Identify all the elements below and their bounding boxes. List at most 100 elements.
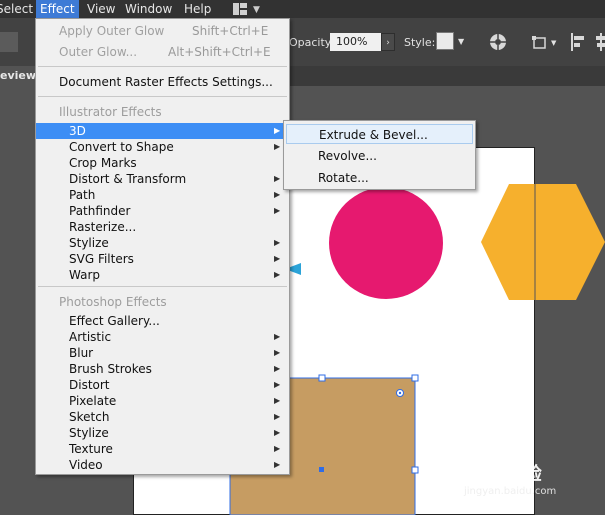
menu-item-stylize[interactable]: Stylize ▶ [36, 235, 289, 251]
submenu-arrow-icon: ▶ [274, 428, 281, 437]
menu-item-label: Pixelate [69, 394, 117, 408]
menu-item-distort-transform[interactable]: Distort & Transform ▶ [36, 171, 289, 187]
fill-field[interactable] [0, 32, 18, 52]
menu-item-label: Brush Strokes [69, 362, 152, 376]
menu-item-label: Stylize [69, 426, 109, 440]
menu-item-label: Artistic [69, 330, 112, 344]
menu-effect[interactable]: Effect [36, 0, 79, 18]
menu-item-rasterize[interactable]: Rasterize... [36, 219, 289, 235]
chevron-down-icon[interactable]: ▼ [253, 5, 260, 15]
corner-widget-dot [398, 391, 402, 395]
submenu-arrow-icon: ▶ [274, 412, 281, 421]
recolor-artwork-icon[interactable] [489, 33, 507, 51]
submenu-arrow-icon: ▶ [274, 270, 281, 279]
menu-separator [38, 66, 287, 67]
menu-item-effect-gallery[interactable]: Effect Gallery... [36, 313, 289, 329]
watermark-url: jingyan.baidu.com [464, 486, 557, 497]
opacity-label: Opacity: [289, 36, 335, 49]
submenu-item-rotate[interactable]: Rotate... [286, 168, 473, 188]
align-left-icon[interactable] [571, 33, 585, 51]
submenu-arrow-icon: ▶ [274, 142, 281, 151]
menu-item-document-raster-settings[interactable]: Document Raster Effects Settings... [36, 74, 289, 90]
submenu-arrow-icon: ▶ [274, 254, 281, 263]
menu-item-blur[interactable]: Blur ▶ [36, 345, 289, 361]
submenu-arrow-icon: ▶ [274, 380, 281, 389]
align-center-icon[interactable] [596, 33, 605, 51]
menu-item-distort[interactable]: Distort ▶ [36, 377, 289, 393]
submenu-arrow-icon: ▶ [274, 364, 281, 373]
menu-item-stylize-photoshop[interactable]: Stylize ▶ [36, 425, 289, 441]
menu-item-label: Stylize [69, 236, 109, 250]
menu-item-apply-last-effect: Apply Outer Glow Shift+Ctrl+E [36, 23, 289, 39]
menu-item-label: Path [69, 188, 96, 202]
submenu-item-revolve[interactable]: Revolve... [286, 146, 473, 166]
style-swatch[interactable] [436, 32, 454, 50]
orange-hexagon[interactable] [481, 184, 605, 300]
menu-item-path[interactable]: Path ▶ [36, 187, 289, 203]
menu-item-pixelate[interactable]: Pixelate ▶ [36, 393, 289, 409]
menu-item-video[interactable]: Video ▶ [36, 457, 289, 473]
submenu-arrow-icon: ▶ [274, 332, 281, 341]
workspace-layout-icon[interactable] [233, 3, 247, 15]
submenu-arrow-icon: ▶ [274, 190, 281, 199]
submenu-arrow-icon: ▶ [274, 174, 281, 183]
menu-bar: Select Effect View Window Help ▼ [0, 0, 605, 18]
transform-icon[interactable] [531, 34, 549, 50]
menu-help[interactable]: Help [184, 0, 211, 18]
menu-item-3d[interactable]: 3D ▶ [36, 123, 289, 139]
watermark-brand: Baidu经验 [454, 464, 542, 485]
menu-item-convert-to-shape[interactable]: Convert to Shape ▶ [36, 139, 289, 155]
menu-item-label: Warp [69, 268, 101, 282]
menu-select[interactable]: Select [0, 0, 33, 18]
hexagon-shape[interactable] [481, 184, 605, 300]
pink-circle[interactable] [328, 186, 444, 300]
menu-item-last-effect: Outer Glow... Alt+Shift+Ctrl+E [36, 44, 289, 60]
center-point [319, 467, 324, 472]
menu-item-label: Document Raster Effects Settings... [59, 75, 273, 89]
menu-item-label: Extrude & Bevel... [319, 128, 428, 142]
menu-item-label: Apply Outer Glow [59, 24, 165, 38]
menu-item-label: Distort & Transform [69, 172, 187, 186]
chevron-down-icon[interactable]: ▼ [551, 39, 556, 47]
menu-view[interactable]: View [87, 0, 115, 18]
menu-group-header-photoshop: Photoshop Effects [59, 295, 167, 309]
menu-item-label: Sketch [69, 410, 110, 424]
style-label: Style: [404, 36, 436, 49]
submenu-arrow-icon: ▶ [274, 444, 281, 453]
menu-item-sketch[interactable]: Sketch ▶ [36, 409, 289, 425]
menu-item-shortcut: Shift+Ctrl+E [192, 24, 269, 38]
menu-item-label: Revolve... [318, 149, 377, 163]
submenu-arrow-icon: ▶ [274, 126, 281, 135]
menu-separator [38, 286, 287, 287]
circle-shape[interactable] [329, 187, 443, 299]
menu-item-svg-filters[interactable]: SVG Filters ▶ [36, 251, 289, 267]
menu-item-texture[interactable]: Texture ▶ [36, 441, 289, 457]
opacity-dropdown-icon[interactable]: › [381, 33, 395, 51]
menu-item-label: Pathfinder [69, 204, 131, 218]
style-dropdown-icon[interactable]: ▼ [458, 37, 464, 46]
menu-item-label: Distort [69, 378, 110, 392]
effect-menu: Apply Outer Glow Shift+Ctrl+E Outer Glow… [35, 18, 290, 475]
menu-item-label: Texture [69, 442, 113, 456]
menu-item-label: Video [69, 458, 103, 472]
menu-item-label: Effect Gallery... [69, 314, 160, 328]
opacity-input[interactable]: 100% [330, 33, 382, 51]
menu-item-brush-strokes[interactable]: Brush Strokes ▶ [36, 361, 289, 377]
menu-window[interactable]: Window [125, 0, 172, 18]
menu-item-label: Rotate... [318, 171, 369, 185]
menu-item-crop-marks[interactable]: Crop Marks [36, 155, 289, 171]
menu-item-label: Rasterize... [69, 220, 137, 234]
submenu-arrow-icon: ▶ [274, 460, 281, 469]
menu-item-warp[interactable]: Warp ▶ [36, 267, 289, 283]
handle-top-right[interactable] [411, 374, 419, 382]
handle-top-center[interactable] [318, 374, 326, 382]
menu-item-label: 3D [69, 124, 86, 138]
submenu-arrow-icon: ▶ [274, 396, 281, 405]
menu-item-label: Crop Marks [69, 156, 137, 170]
menu-item-artistic[interactable]: Artistic ▶ [36, 329, 289, 345]
menu-item-label: Blur [69, 346, 94, 360]
handle-right-middle[interactable] [411, 466, 419, 474]
submenu-item-extrude-bevel[interactable]: Extrude & Bevel... [286, 124, 473, 144]
menu-item-shortcut: Alt+Shift+Ctrl+E [168, 45, 271, 59]
menu-item-pathfinder[interactable]: Pathfinder ▶ [36, 203, 289, 219]
